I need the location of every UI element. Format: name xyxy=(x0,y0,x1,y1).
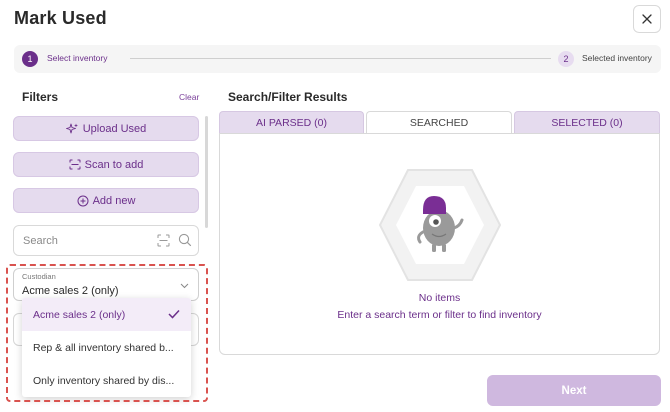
search-placeholder: Search xyxy=(23,235,58,247)
upload-used-label: Upload Used xyxy=(82,122,147,135)
barcode-scan-icon[interactable] xyxy=(157,234,170,247)
empty-state-message: Enter a search term or filter to find in… xyxy=(337,309,542,321)
next-button[interactable]: Next xyxy=(487,375,661,406)
step-2-label: Selected inventory xyxy=(582,53,652,63)
dialog-title: Mark Used xyxy=(14,8,107,28)
search-input[interactable]: Search xyxy=(13,225,199,256)
results-title: Search/Filter Results xyxy=(228,90,348,104)
clear-filters-link[interactable]: Clear xyxy=(179,92,199,102)
scan-icon xyxy=(69,159,81,170)
tab-selected[interactable]: SELECTED (0) xyxy=(514,111,660,133)
step-1-label: Select inventory xyxy=(47,53,108,63)
scan-to-add-label: Scan to add xyxy=(84,158,144,171)
add-new-button[interactable]: Add new xyxy=(13,188,199,213)
filters-scrollbar[interactable] xyxy=(205,116,208,228)
search-icon[interactable] xyxy=(178,233,192,247)
filters-title: Filters xyxy=(22,90,59,104)
step-1-number: 1 xyxy=(22,51,38,67)
stepper: 1 Select inventory 2 Selected inventory xyxy=(14,45,661,73)
scan-to-add-button[interactable]: Scan to add xyxy=(13,152,199,177)
tab-ai-parsed[interactable]: AI PARSED (0) xyxy=(219,111,364,133)
close-button[interactable] xyxy=(633,5,661,33)
empty-state-title: No items xyxy=(418,292,461,304)
step-divider xyxy=(130,58,551,59)
tab-searched[interactable]: SEARCHED xyxy=(366,111,512,133)
add-new-label: Add new xyxy=(92,194,136,207)
upload-used-button[interactable]: Upload Used xyxy=(13,116,199,141)
highlight-annotation xyxy=(6,264,208,402)
close-icon xyxy=(642,14,652,24)
step-2-number: 2 xyxy=(558,51,574,67)
empty-state-mascot-icon xyxy=(378,169,502,281)
sparkle-icon xyxy=(65,123,78,133)
plus-circle-icon xyxy=(77,195,89,206)
